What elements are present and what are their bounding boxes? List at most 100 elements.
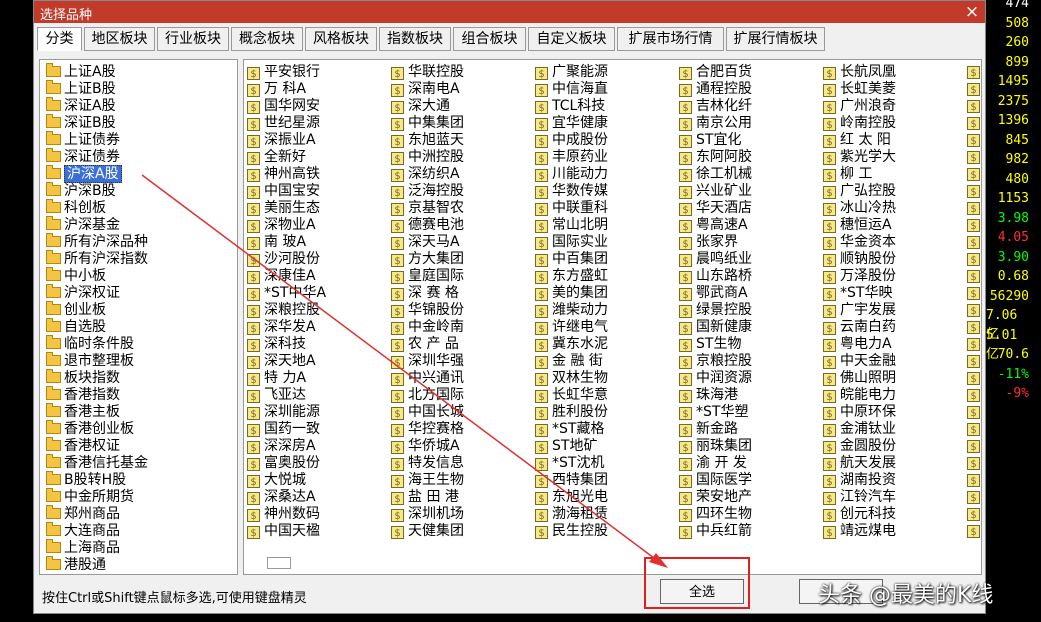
stock-item[interactable]: $ 深桑达A	[247, 489, 316, 506]
category-item[interactable]: 深证债券	[46, 148, 120, 166]
stock-item[interactable]: $ 国际实业	[535, 234, 608, 251]
stock-item[interactable]: $ 深科技	[247, 336, 306, 353]
stock-item[interactable]: $ 深 赛 格	[391, 285, 459, 302]
category-item[interactable]: 中小板	[46, 267, 106, 285]
stock-item[interactable]: $ 山东路桥	[679, 268, 752, 285]
stock-item[interactable]: $ 美的集团	[535, 285, 608, 302]
category-item[interactable]: 上证债券	[46, 131, 120, 149]
stock-item[interactable]: $ 天健集团	[391, 523, 464, 540]
stock-item[interactable]: $ 京基智农	[391, 200, 464, 217]
tab-1[interactable]: 地区板块	[84, 27, 155, 51]
stock-item[interactable]: $ 东阿阿胶	[679, 149, 752, 166]
stock-item[interactable]: $ 中联重科	[535, 200, 608, 217]
stock-item[interactable]: $ 冀东水泥	[535, 336, 608, 353]
tab-3[interactable]: 概念板块	[231, 27, 303, 51]
category-item[interactable]: 港股通	[46, 556, 106, 574]
close-icon[interactable]: ×	[963, 1, 981, 23]
stock-item[interactable]: $ 中润资源	[679, 370, 752, 387]
category-item[interactable]: 沪深权证	[46, 284, 120, 302]
stock-item[interactable]: $ 中国天楹	[247, 523, 320, 540]
category-item[interactable]: 沪深B股	[46, 182, 116, 200]
stock-item[interactable]: $ 盐 田 港	[391, 489, 459, 506]
category-item[interactable]: 科创板	[46, 199, 106, 217]
select-all-button[interactable]: 全选	[660, 579, 744, 604]
stock-item[interactable]: $ 晨鸣纸业	[679, 251, 752, 268]
stock-item[interactable]: $ 国药一致	[247, 421, 320, 438]
stock-item[interactable]: $ 中集集团	[391, 115, 464, 132]
category-item[interactable]: 临时条件股	[46, 335, 134, 353]
stock-item[interactable]: $ 神州数码	[247, 506, 320, 523]
stock-item[interactable]: $ 世纪星源	[247, 115, 320, 132]
stock-item[interactable]: $ 深圳机场	[391, 506, 464, 523]
category-item[interactable]: 香港创业板	[46, 420, 134, 438]
stock-item[interactable]: $ 川能动力	[535, 166, 608, 183]
stock-item[interactable]: $ 深华发A	[247, 319, 316, 336]
stock-item[interactable]: $ 沙河股份	[247, 251, 320, 268]
stock-item[interactable]: $ 深纺织A	[391, 166, 460, 183]
stock-item[interactable]: $ 渝 开 发	[679, 455, 747, 472]
stock-item[interactable]: $ 新金路	[679, 421, 738, 438]
stock-item[interactable]: $ 渤海租赁	[535, 506, 608, 523]
stock-item[interactable]: $ 四环生物	[679, 506, 752, 523]
category-item[interactable]: 所有沪深品种	[46, 233, 148, 251]
stock-item[interactable]: $ 皖能电力	[823, 387, 896, 404]
stock-item[interactable]: $ 深南电A	[391, 81, 460, 98]
stock-item[interactable]: $ 中兴通讯	[391, 370, 464, 387]
stock-item[interactable]: $ 宜华健康	[535, 115, 608, 132]
stock-item[interactable]: $ 深康佳A	[247, 268, 316, 285]
stock-item[interactable]: $ 顺钠股份	[823, 251, 896, 268]
stock-item[interactable]: $ 中信海直	[535, 81, 608, 98]
stock-item[interactable]: $ 特 力A	[247, 370, 306, 387]
stock-item[interactable]: $ 丽珠集团	[679, 438, 752, 455]
stock-item[interactable]: $ 粤电力A	[823, 336, 892, 353]
stock-item[interactable]: $ 穗恒运A	[823, 217, 892, 234]
category-item[interactable]: 郑州商品	[46, 505, 120, 523]
stock-item[interactable]: $ 广宇发展	[823, 302, 896, 319]
category-item[interactable]: 香港指数	[46, 386, 120, 404]
stock-item[interactable]: $ 金浦钛业	[823, 421, 896, 438]
stock-item[interactable]: $ 合肥百货	[679, 64, 752, 81]
stock-item[interactable]: $ 绿景控股	[679, 302, 752, 319]
stock-item[interactable]: $ 金圆股份	[823, 438, 896, 455]
category-item[interactable]: 退市整理板	[46, 352, 134, 370]
stock-item[interactable]: $ 常山北明	[535, 217, 608, 234]
stock-item[interactable]: $ 泛海控股	[391, 183, 464, 200]
category-item[interactable]: 大连商品	[46, 522, 120, 540]
stock-item[interactable]: $ 华金资本	[823, 234, 896, 251]
stock-item[interactable]: $ 徐工机械	[679, 166, 752, 183]
category-item[interactable]: 香港信托基金	[46, 454, 148, 472]
stock-item[interactable]: $ *ST华映	[823, 285, 892, 302]
stock-item[interactable]: $ 通程控股	[679, 81, 752, 98]
tab-0[interactable]: 分类	[37, 27, 82, 51]
stock-grid[interactable]: $ 平安银行 $ 万 科A $ 国华网安 $ 世纪星源 $ 深振业A $ 全新好 $ 神州高铁 $ 中国宝安 $…	[243, 59, 982, 575]
stock-item[interactable]: $ 东旭蓝天	[391, 132, 464, 149]
stock-item[interactable]: $ 深物业A	[247, 217, 316, 234]
category-item[interactable]: B股转H股	[46, 471, 126, 489]
category-item[interactable]: 上海商品	[46, 539, 120, 557]
category-item[interactable]: 板块指数	[46, 369, 120, 387]
stock-item[interactable]: $ 飞亚达	[247, 387, 306, 404]
stock-item[interactable]: $ 岭南控股	[823, 115, 896, 132]
tab-7[interactable]: 自定义板块	[528, 27, 615, 51]
stock-item[interactable]: $ 中百集团	[535, 251, 608, 268]
category-item[interactable]: 沪深A股	[46, 165, 122, 183]
stock-item[interactable]: $ 海王生物	[391, 472, 464, 489]
stock-item[interactable]: $ 中金岭南	[391, 319, 464, 336]
stock-item[interactable]: $ *ST沈机	[535, 455, 604, 472]
category-item[interactable]: 香港主板	[46, 403, 120, 421]
stock-item[interactable]: $ 北方国际	[391, 387, 464, 404]
stock-item[interactable]: $ 华联控股	[391, 64, 464, 81]
stock-item[interactable]: $ *ST华塑	[679, 404, 748, 421]
category-list[interactable]: 上证A股 上证B股 深证A股 深证B股 上证债券 深证债券 沪深A股 沪深B股 科创板 沪深基金所…	[39, 59, 238, 575]
stock-item[interactable]: $ 潍柴动力	[535, 302, 608, 319]
stock-item[interactable]: $ 神州高铁	[247, 166, 320, 183]
stock-item[interactable]: $ 湖南投资	[823, 472, 896, 489]
stock-item[interactable]: $ 深振业A	[247, 132, 316, 149]
category-item[interactable]: 所有沪深指数	[46, 250, 148, 268]
stock-item[interactable]: $ 南 玻A	[247, 234, 306, 251]
stock-item[interactable]: $ 航天发展	[823, 455, 896, 472]
category-item[interactable]: 深证A股	[46, 97, 116, 115]
category-item[interactable]: 中金所期货	[46, 488, 134, 506]
stock-item[interactable]: $ 农 产 品	[391, 336, 459, 353]
stock-item[interactable]: $ 民生控股	[535, 523, 608, 540]
